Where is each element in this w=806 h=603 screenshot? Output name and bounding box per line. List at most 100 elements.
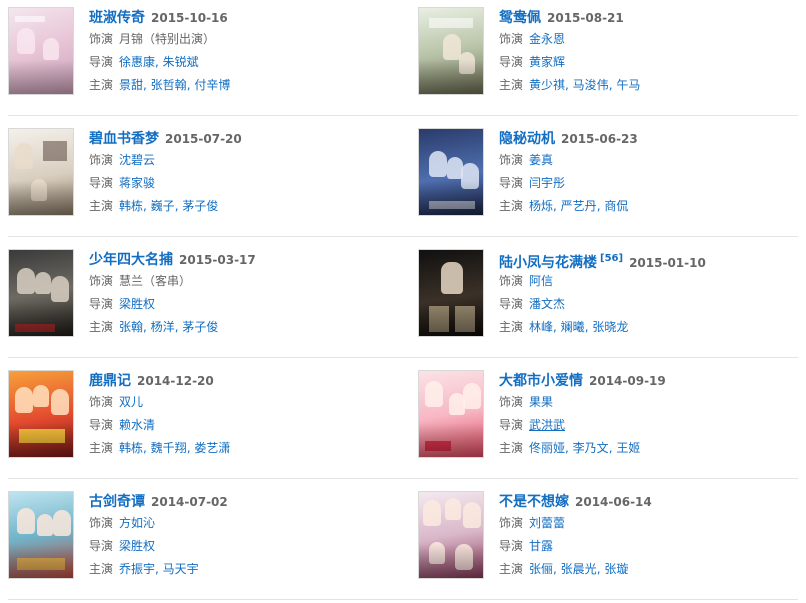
person-link[interactable]: 闫宇彤: [529, 176, 565, 190]
role-value[interactable]: 阿信: [529, 274, 553, 288]
person-link[interactable]: 梁胜权: [119, 539, 155, 553]
person-link[interactable]: 张俪: [529, 562, 553, 576]
poster-image[interactable]: [8, 7, 74, 95]
drama-title-link[interactable]: 隐秘动机: [499, 131, 555, 147]
drama-title-link[interactable]: 鸳鸯佩: [499, 10, 541, 26]
air-date: 2014-06-14: [575, 495, 652, 509]
person-link[interactable]: 午马: [616, 78, 640, 92]
person-link[interactable]: 李乃文: [573, 441, 609, 455]
list-separator: ,: [155, 562, 163, 576]
drama-title-link[interactable]: 陆小凤与花满楼: [499, 255, 597, 271]
person-link[interactable]: 韩栋: [119, 199, 143, 213]
person-link[interactable]: 杨烁: [529, 199, 553, 213]
drama-title-link[interactable]: 少年四大名捕: [89, 252, 173, 268]
person-link[interactable]: 蒋家骏: [119, 176, 155, 190]
role-value[interactable]: 姜真: [529, 153, 553, 167]
person-link[interactable]: 巍子: [151, 199, 175, 213]
cast-links[interactable]: 景甜, 张哲翰, 付辛博: [119, 78, 230, 92]
role-label: 饰演: [499, 153, 524, 167]
cast-links[interactable]: 林峰, 斓曦, 张晓龙: [529, 320, 628, 334]
director-links[interactable]: 赖水清: [119, 418, 155, 432]
poster-image[interactable]: [418, 370, 484, 458]
role-value[interactable]: 金永恩: [529, 32, 565, 46]
person-link[interactable]: 茅子俊: [182, 199, 218, 213]
drama-title-link[interactable]: 古剑奇谭: [89, 494, 145, 510]
person-link[interactable]: 杨洋: [151, 320, 175, 334]
person-link[interactable]: 马浚伟: [573, 78, 609, 92]
director-links[interactable]: 黄家辉: [529, 55, 565, 69]
person-link[interactable]: 徐惠康: [119, 55, 155, 69]
person-link[interactable]: 张璇: [604, 562, 628, 576]
role-value[interactable]: 沈碧云: [119, 153, 155, 167]
cast-links[interactable]: 张翰, 杨洋, 茅子俊: [119, 320, 218, 334]
person-link[interactable]: 黄少祺: [529, 78, 565, 92]
cast-label: 主演: [499, 441, 524, 455]
person-link[interactable]: 赖水清: [119, 418, 155, 432]
cast-label: 主演: [89, 78, 114, 92]
poster-image[interactable]: [418, 491, 484, 579]
director-links[interactable]: 蒋家骏: [119, 176, 155, 190]
role-label: 饰演: [89, 274, 114, 288]
cast-links[interactable]: 黄少祺, 马浚伟, 午马: [529, 78, 640, 92]
person-link[interactable]: 梁胜权: [119, 297, 155, 311]
person-link[interactable]: 张哲翰: [151, 78, 187, 92]
poster-image[interactable]: [8, 491, 74, 579]
director-links[interactable]: 武洪武: [529, 418, 565, 432]
person-link[interactable]: 斓曦: [561, 320, 585, 334]
drama-title-link[interactable]: 班淑传奇: [89, 10, 145, 26]
person-link[interactable]: 乔振宇: [119, 562, 155, 576]
person-link[interactable]: 茅子俊: [182, 320, 218, 334]
person-link[interactable]: 潘文杰: [529, 297, 565, 311]
cast-links[interactable]: 韩栋, 巍子, 茅子俊: [119, 199, 218, 213]
person-link[interactable]: 朱锐斌: [163, 55, 199, 69]
drama-title-link[interactable]: 大都市小爱情: [499, 373, 583, 389]
person-link[interactable]: 武洪武: [529, 418, 565, 432]
person-link[interactable]: 商侃: [604, 199, 628, 213]
role-value[interactable]: 刘蕾蕾: [529, 516, 565, 530]
list-separator: ,: [565, 441, 573, 455]
cast-links[interactable]: 韩栋, 魏千翔, 娄艺潇: [119, 441, 230, 455]
drama-card: 鹿鼎记 2014-12-20 饰演 双儿 导演 赖水清 主演 韩栋, 魏千翔, 娄艺潇: [8, 363, 398, 484]
person-link[interactable]: 魏千翔: [151, 441, 187, 455]
person-link[interactable]: 景甜: [119, 78, 143, 92]
director-label: 导演: [499, 55, 524, 69]
cast-links[interactable]: 张俪, 张晨光, 张璇: [529, 562, 628, 576]
poster-image[interactable]: [418, 128, 484, 216]
person-link[interactable]: 韩栋: [119, 441, 143, 455]
poster-image[interactable]: [8, 128, 74, 216]
filmography-row: 班淑传奇 2015-10-16 饰演 月锦（特别出演） 导演 徐惠康, 朱锐斌 主演景…: [0, 0, 806, 121]
cast-links[interactable]: 乔振宇, 马天宇: [119, 562, 199, 576]
director-links[interactable]: 徐惠康, 朱锐斌: [119, 55, 199, 69]
director-links[interactable]: 潘文杰: [529, 297, 565, 311]
person-link[interactable]: 马天宇: [163, 562, 199, 576]
poster-image[interactable]: [418, 249, 484, 337]
person-link[interactable]: 张翰: [119, 320, 143, 334]
director-links[interactable]: 梁胜权: [119, 297, 155, 311]
drama-title-link[interactable]: 碧血书香梦: [89, 131, 159, 147]
person-link[interactable]: 佟丽娅: [529, 441, 565, 455]
role-value[interactable]: 方如沁: [119, 516, 155, 530]
person-link[interactable]: 王姬: [616, 441, 640, 455]
citation-superscript[interactable]: [56]: [600, 253, 623, 264]
person-link[interactable]: 娄艺潇: [194, 441, 230, 455]
person-link[interactable]: 甘露: [529, 539, 553, 553]
drama-title-link[interactable]: 鹿鼎记: [89, 373, 131, 389]
drama-title-link[interactable]: 不是不想嫁: [499, 494, 569, 510]
person-link[interactable]: 黄家辉: [529, 55, 565, 69]
person-link[interactable]: 张晨光: [561, 562, 597, 576]
director-links[interactable]: 梁胜权: [119, 539, 155, 553]
director-links[interactable]: 闫宇彤: [529, 176, 565, 190]
person-link[interactable]: 付辛博: [194, 78, 230, 92]
role-value[interactable]: 果果: [529, 395, 553, 409]
person-link[interactable]: 张晓龙: [592, 320, 628, 334]
cast-links[interactable]: 佟丽娅, 李乃文, 王姬: [529, 441, 640, 455]
poster-image[interactable]: [8, 249, 74, 337]
person-link[interactable]: 林峰: [529, 320, 553, 334]
person-link[interactable]: 严艺丹: [561, 199, 597, 213]
poster-image[interactable]: [418, 7, 484, 95]
director-links[interactable]: 甘露: [529, 539, 553, 553]
drama-card: 班淑传奇 2015-10-16 饰演 月锦（特别出演） 导演 徐惠康, 朱锐斌 主演景…: [8, 0, 398, 121]
role-value[interactable]: 双儿: [119, 395, 143, 409]
cast-links[interactable]: 杨烁, 严艺丹, 商侃: [529, 199, 628, 213]
poster-image[interactable]: [8, 370, 74, 458]
